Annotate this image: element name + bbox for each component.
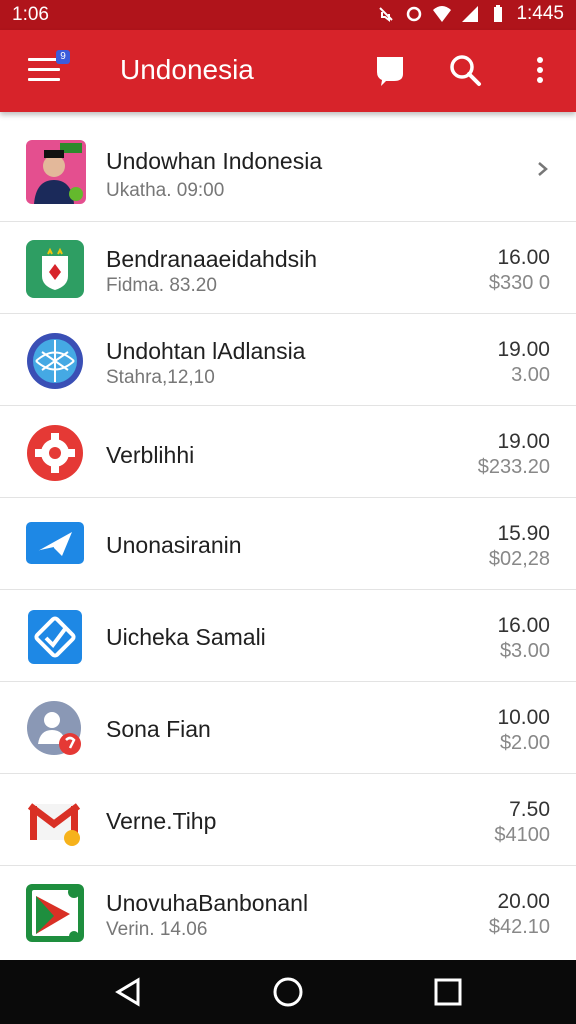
item-value: 16.00 bbox=[497, 246, 550, 269]
signal-icon bbox=[462, 6, 479, 22]
item-name: Bendranaaeidahdsih bbox=[106, 246, 318, 272]
check-icon bbox=[28, 610, 82, 664]
battery-icon bbox=[494, 5, 503, 22]
item-subtitle: Verin. 14.06 bbox=[106, 919, 208, 940]
item-value: 20.00 bbox=[497, 890, 550, 913]
app-bar: 9 Undonesia bbox=[0, 30, 576, 112]
list-item[interactable]: Unonasiranin 15.90 $02,28 bbox=[0, 498, 576, 590]
back-icon[interactable] bbox=[110, 974, 146, 1010]
item-value: 15.90 bbox=[497, 522, 550, 545]
sync-icon bbox=[407, 6, 422, 22]
mail-icon bbox=[26, 522, 84, 564]
item-value: 19.00 bbox=[497, 338, 550, 361]
chevron-right-icon bbox=[538, 162, 548, 176]
list-item[interactable]: UnovuhaBanbonanl Verin. 14.06 20.00 $42.… bbox=[0, 866, 576, 958]
item-price: $42.10 bbox=[488, 916, 550, 938]
contact-icon bbox=[27, 701, 81, 755]
menu-button[interactable]: 9 bbox=[28, 50, 70, 84]
item-value: 7.50 bbox=[509, 798, 550, 821]
item-value: 10.00 bbox=[497, 706, 550, 729]
status-bar: 1:06 1:445 bbox=[0, 0, 576, 30]
item-price: $02,28 bbox=[488, 548, 550, 570]
flag-shield-icon bbox=[26, 240, 84, 298]
home-icon[interactable] bbox=[270, 974, 306, 1010]
list-item[interactable]: Sona Fian 10.00 $2.00 bbox=[0, 682, 576, 774]
item-value: 16.00 bbox=[497, 614, 550, 637]
item-price: 3.00 bbox=[511, 364, 550, 386]
status-time: 1:06 bbox=[12, 4, 49, 25]
item-value: 19.00 bbox=[497, 430, 550, 453]
list-item[interactable]: Verne.Tihp 7.50 $4100 bbox=[0, 774, 576, 866]
item-price: $2.00 bbox=[499, 732, 550, 754]
globe-icon bbox=[27, 333, 83, 389]
comment-icon[interactable] bbox=[372, 52, 408, 88]
list-item[interactable]: Undowhan Indonesia Ukatha. 09:00 bbox=[0, 112, 576, 222]
item-name: UnovuhaBanbonanl bbox=[106, 890, 309, 916]
item-list: Undowhan Indonesia Ukatha. 09:00 Bendran… bbox=[0, 112, 576, 960]
item-name: Sona Fian bbox=[106, 716, 211, 742]
status-clock-right: 1:445 bbox=[516, 3, 564, 24]
list-item[interactable]: Verblihhi 19.00 $233.20 bbox=[0, 406, 576, 498]
mute-icon bbox=[379, 7, 394, 22]
item-name: Undohtan lAdlansia bbox=[106, 338, 306, 364]
wifi-icon bbox=[433, 6, 452, 22]
item-subtitle: Ukatha. 09:00 bbox=[106, 180, 225, 201]
recents-icon[interactable] bbox=[430, 974, 466, 1010]
status-icons: 1:445 bbox=[376, 3, 564, 25]
list-item[interactable]: Bendranaaeidahdsih Fidma. 83.20 16.00 $3… bbox=[0, 222, 576, 314]
item-price: $233.20 bbox=[477, 456, 550, 478]
search-icon[interactable] bbox=[447, 52, 483, 88]
list-item[interactable]: Undohtan lAdlansia Stahra,12,10 19.00 3.… bbox=[0, 314, 576, 406]
list-item[interactable]: Uicheka Samali 16.00 $3.00 bbox=[0, 590, 576, 682]
item-name: Unonasiranin bbox=[106, 532, 242, 558]
gmail-icon bbox=[27, 803, 81, 846]
item-subtitle: Fidma. 83.20 bbox=[106, 275, 217, 296]
gear-icon bbox=[27, 425, 83, 481]
item-price: $4100 bbox=[494, 824, 550, 846]
item-price: $3.00 bbox=[499, 640, 550, 662]
system-nav-bar bbox=[0, 960, 576, 1024]
portrait-icon bbox=[26, 140, 86, 204]
menu-badge: 9 bbox=[56, 50, 70, 64]
item-name: Verblihhi bbox=[106, 442, 195, 468]
item-subtitle: Stahra,12,10 bbox=[106, 367, 215, 388]
play-icon bbox=[26, 884, 84, 942]
item-name: Uicheka Samali bbox=[106, 624, 266, 650]
item-name: Undowhan Indonesia bbox=[106, 148, 323, 174]
page-title: Undonesia bbox=[120, 54, 254, 85]
item-price: $330 0 bbox=[488, 272, 550, 294]
item-name: Verne.Tihp bbox=[106, 808, 217, 834]
more-options-icon[interactable] bbox=[522, 52, 558, 88]
